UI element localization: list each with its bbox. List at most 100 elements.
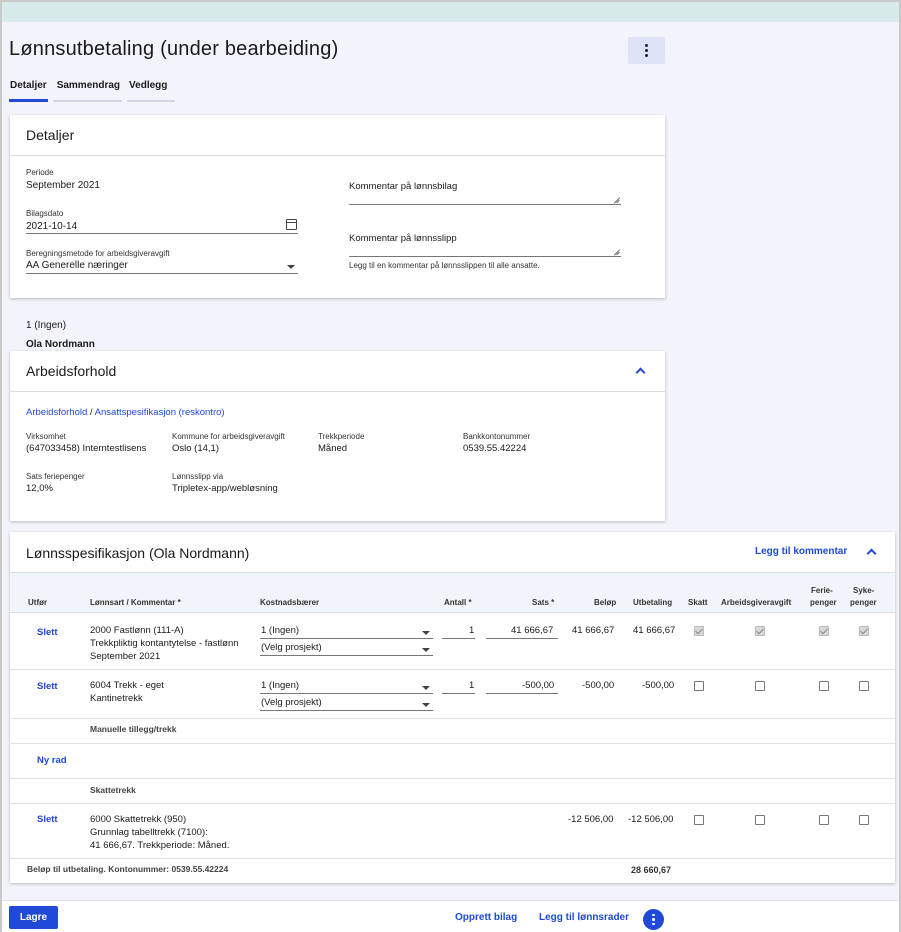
footer-bar: Lagre Opprett bilag Legg til lønnsrader: [2, 900, 899, 932]
chevron-down-icon: [422, 686, 430, 690]
save-button[interactable]: Lagre: [9, 906, 58, 929]
tab-sammendrag[interactable]: Sammendrag: [52, 74, 123, 102]
tax-line2: Grunnlag tabelltrekk (7100):: [90, 827, 208, 838]
top-bar: [2, 2, 899, 22]
delete-row-button[interactable]: Slett: [37, 813, 58, 826]
trekkperiode-label: Trekkperiode: [318, 432, 365, 441]
arbeidsforhold-links: Arbeidsforhold / Ansattspesifikasjon (re…: [26, 407, 225, 418]
arbeidsforhold-link[interactable]: Arbeidsforhold: [26, 407, 87, 418]
bankkonto-value: 0539.55.42224: [463, 443, 527, 454]
feriepenger-checkbox[interactable]: [819, 815, 829, 825]
kostnadsbaerer-select[interactable]: 1 (Ingen): [261, 624, 299, 637]
tax-section-label: Skattetrekk: [90, 785, 136, 795]
chevron-down-icon: [287, 265, 295, 269]
virksomhet-label: Virksomhet: [26, 432, 66, 441]
kommentar-bilag-label: Kommentar på lønnsbilag: [349, 181, 458, 192]
col-arbeidsgiveravgift: Arbeidsgiveravgift: [721, 598, 792, 607]
kostnadsbaerer-select[interactable]: 1 (Ingen): [261, 679, 299, 692]
tab-detaljer[interactable]: Detaljer: [9, 74, 48, 102]
kommentar-slipp-label: Kommentar på lønnsslipp: [349, 233, 457, 244]
feriepenger-checkbox[interactable]: [819, 681, 829, 691]
aga-checkbox[interactable]: [755, 681, 765, 691]
chevron-up-icon[interactable]: [635, 367, 646, 378]
lonnsart-line1: 2000 Fastlønn (111-A): [90, 625, 184, 636]
employee-name: Ola Nordmann: [26, 339, 95, 350]
more-actions-button[interactable]: [643, 909, 664, 930]
lonnsart-line2: Trekkpliktig kontantytelse - fastlønn: [90, 638, 239, 649]
feriepenger-checkbox: [819, 626, 829, 636]
tab-bar: Detaljer Sammendrag Vedlegg: [9, 74, 180, 102]
spec-heading: Lønnsspesifikasjon (Ola Nordmann) Legg t…: [10, 532, 895, 573]
kommentar-bilag-field[interactable]: [349, 204, 621, 205]
kebab-icon: [652, 913, 655, 926]
tab-vedlegg[interactable]: Vedlegg: [127, 74, 176, 102]
total-label: Beløp til utbetaling. Kontonummer: 0539.…: [27, 864, 229, 874]
chevron-down-icon: [422, 648, 430, 652]
sats-input[interactable]: 41 666,67: [511, 624, 553, 637]
more-options-button[interactable]: [628, 37, 665, 64]
col-kostnadsbaerer: Kostnadsbærer: [260, 598, 320, 607]
utbetaling-value: 41 666,67: [633, 625, 676, 636]
col-sats: Sats *: [532, 598, 555, 607]
chevron-up-icon[interactable]: [866, 548, 877, 559]
col-utbetaling: Utbetaling: [633, 598, 673, 607]
sykepenger-checkbox: [859, 626, 869, 636]
tax-line1: 6000 Skattetrekk (950): [90, 814, 187, 825]
bankkonto-label: Bankkontonummer: [463, 432, 531, 441]
beregning-label: Beregningsmetode for arbeidsgiveravgift: [26, 249, 170, 258]
belop-value: -12 506,00: [568, 814, 614, 825]
employee-number: 1 (Ingen): [26, 320, 67, 331]
antall-input[interactable]: 1: [469, 679, 474, 692]
sats-feriepenger-label: Sats feriepenger: [26, 472, 85, 481]
skatt-checkbox: [694, 626, 704, 636]
add-to-payroll-button[interactable]: Legg til lønnsrader: [539, 912, 629, 923]
sykepenger-checkbox[interactable]: [859, 681, 869, 691]
bilagsdato-field[interactable]: 2021-10-14: [26, 221, 77, 232]
virksomhet-value: (647033458) Interntestlisens: [26, 443, 147, 454]
bilagsdato-label: Bilagsdato: [26, 209, 64, 218]
antall-input[interactable]: 1: [469, 624, 474, 637]
prosjekt-select[interactable]: (Velg prosjekt): [261, 696, 322, 709]
resize-icon[interactable]: [614, 197, 620, 203]
col-feriepenger-2: penger: [810, 598, 837, 607]
skatt-checkbox[interactable]: [694, 815, 704, 825]
beregning-underline: [26, 273, 298, 274]
new-row-button[interactable]: Ny rad: [37, 754, 67, 767]
col-sykepenger-2: penger: [850, 598, 877, 607]
kommune-value: Oslo (14,1): [172, 443, 219, 454]
aga-checkbox[interactable]: [755, 815, 765, 825]
sats-input[interactable]: -500,00: [522, 679, 554, 692]
lonnsart-line1: 6004 Trekk - eget: [90, 680, 164, 691]
delete-row-button[interactable]: Slett: [37, 680, 58, 693]
col-utfor: Utfør: [28, 598, 48, 607]
details-card: Detaljer Periode September 2021 Bilagsda…: [10, 115, 665, 298]
arbeidsforhold-heading: Arbeidsforhold: [10, 351, 665, 392]
lonnsslipp-label: Lønnsslipp via: [172, 472, 224, 481]
create-voucher-button[interactable]: Opprett bilag: [455, 912, 517, 923]
chevron-down-icon: [422, 703, 430, 707]
col-feriepenger-1: Ferie-: [811, 586, 833, 595]
kommentar-slipp-hint: Legg til en kommentar på lønnsslippen ti…: [349, 261, 540, 270]
aga-checkbox: [755, 626, 765, 636]
beregning-select[interactable]: AA Generelle næringer: [26, 260, 128, 271]
manual-section-label: Manuelle tillegg/trekk: [90, 724, 177, 734]
calendar-icon[interactable]: [286, 219, 297, 230]
arbeidsforhold-card: Arbeidsforhold Arbeidsforhold / Ansattsp…: [10, 351, 665, 521]
ansattspesifikasjon-link[interactable]: Ansattspesifikasjon (reskontro): [95, 407, 225, 418]
lonnsspesifikasjon-card: Lønnsspesifikasjon (Ola Nordmann) Legg t…: [10, 532, 895, 883]
belop-value: -500,00: [582, 680, 615, 691]
sykepenger-checkbox[interactable]: [859, 815, 869, 825]
col-lonnsart: Lønnsart / Kommentar *: [90, 598, 181, 607]
resize-icon[interactable]: [614, 249, 620, 255]
prosjekt-select[interactable]: (Velg prosjekt): [261, 641, 322, 654]
trekkperiode-value: Måned: [318, 443, 348, 454]
add-comment-link[interactable]: Legg til kommentar: [755, 546, 847, 557]
col-sykepenger-1: Syke-: [853, 586, 875, 595]
kommentar-slipp-field[interactable]: [349, 256, 621, 257]
tax-line3: 41 666,67. Trekkperiode: Måned.: [90, 840, 230, 851]
delete-row-button[interactable]: Slett: [37, 626, 58, 639]
periode-label: Periode: [26, 168, 54, 177]
skatt-checkbox[interactable]: [694, 681, 704, 691]
chevron-down-icon: [422, 631, 430, 635]
col-belop: Beløp: [594, 598, 617, 607]
